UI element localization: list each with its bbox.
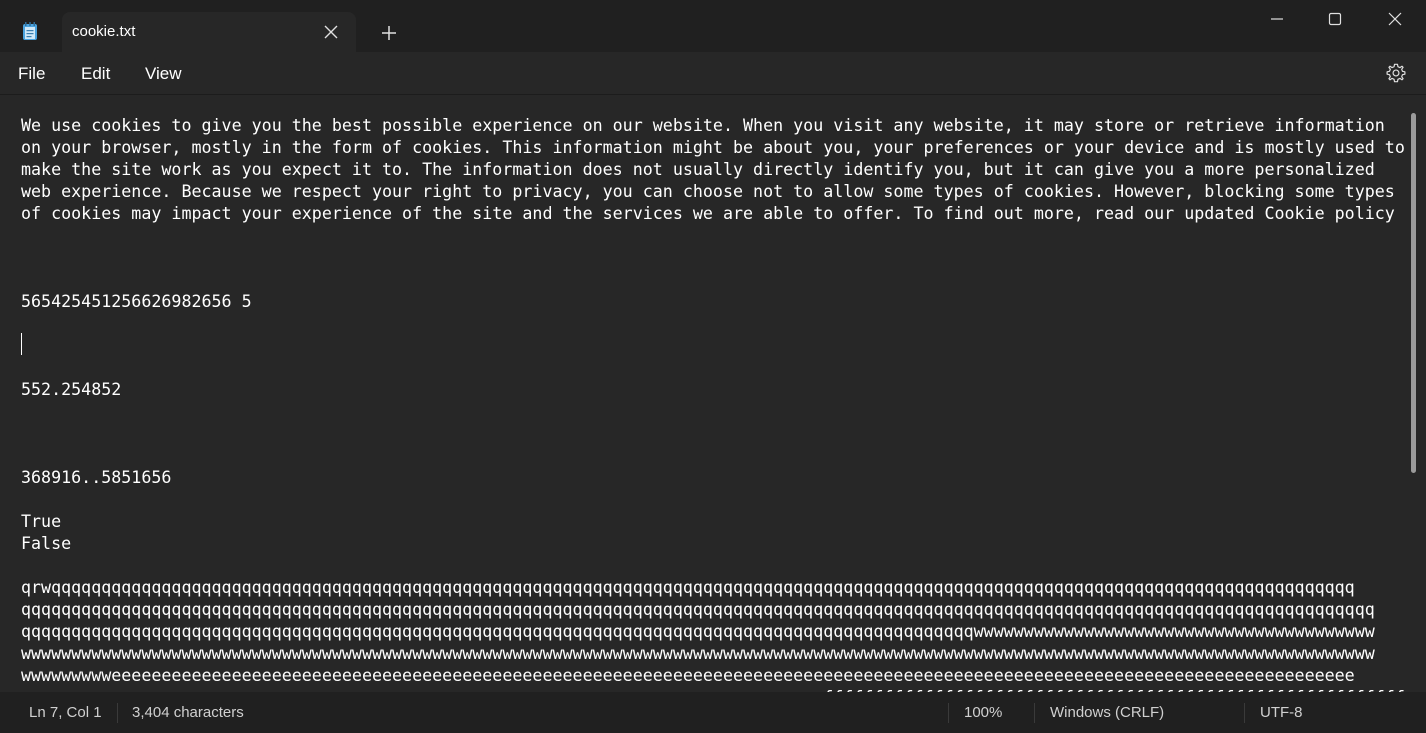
text-caret [21, 333, 22, 355]
add-tab-icon[interactable] [381, 25, 397, 41]
status-divider [117, 703, 118, 723]
menu-file[interactable]: File [18, 64, 45, 84]
menu-edit[interactable]: Edit [81, 64, 110, 84]
minimize-icon [1271, 18, 1283, 20]
text-editor[interactable]: We use cookies to give you the best poss… [0, 94, 1426, 693]
close-window-button[interactable] [1366, 0, 1424, 38]
close-icon [1388, 12, 1402, 26]
notepad-window: cookie.txt File Edit View We use cookies… [0, 0, 1426, 733]
menu-bar: File Edit View [0, 52, 1426, 94]
status-divider [1034, 703, 1035, 723]
tab-cookie-txt[interactable]: cookie.txt [62, 12, 356, 52]
menu-view[interactable]: View [145, 64, 182, 84]
character-count: 3,404 characters [132, 704, 244, 721]
minimize-button[interactable] [1248, 0, 1306, 38]
maximize-icon [1328, 12, 1342, 26]
vertical-scrollbar[interactable] [1411, 113, 1416, 473]
status-bar: Ln 7, Col 1 3,404 characters 100% Window… [0, 692, 1426, 733]
maximize-button[interactable] [1306, 0, 1364, 38]
encoding[interactable]: UTF-8 [1260, 704, 1303, 721]
line-ending[interactable]: Windows (CRLF) [1050, 704, 1164, 721]
title-bar: cookie.txt [0, 0, 1426, 52]
notepad-icon [23, 22, 37, 40]
close-tab-icon[interactable] [324, 25, 338, 39]
gear-icon[interactable] [1385, 62, 1407, 84]
status-divider [1244, 703, 1245, 723]
cursor-position: Ln 7, Col 1 [29, 704, 102, 721]
editor-content[interactable]: We use cookies to give you the best poss… [21, 115, 1406, 693]
tab-title: cookie.txt [72, 23, 136, 40]
zoom-level[interactable]: 100% [964, 704, 1002, 721]
status-divider [948, 703, 949, 723]
